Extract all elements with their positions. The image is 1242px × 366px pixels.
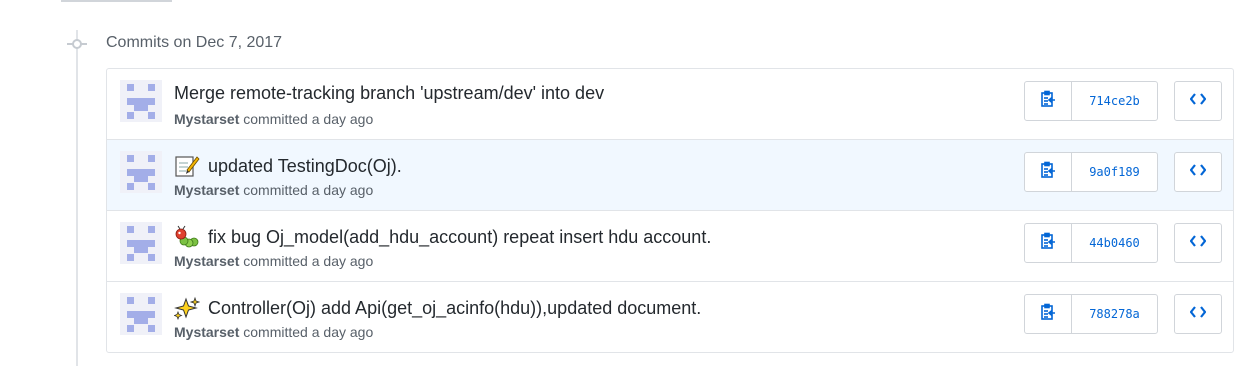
- commit-author[interactable]: Mystarset: [174, 182, 239, 198]
- commit-list: Merge remote-tracking branch 'upstream/d…: [106, 68, 1234, 353]
- commit-action: committed a day ago: [243, 182, 374, 198]
- commit-row: Merge remote-tracking branch 'upstream/d…: [107, 69, 1233, 139]
- commit-action: committed a day ago: [243, 253, 374, 269]
- commit-action: committed a day ago: [243, 324, 374, 340]
- commit-message[interactable]: fix bug Oj_model(add_hdu_account) repeat…: [208, 227, 711, 248]
- copy-sha-button[interactable]: [1025, 153, 1072, 191]
- commit-meta: Mystarset committed a day ago: [174, 111, 373, 127]
- sha-button-group: 9a0f189: [1024, 152, 1158, 192]
- underline-tab-indicator: [61, 0, 172, 2]
- commit-meta: Mystarset committed a day ago: [174, 182, 373, 198]
- commit-row: fix bug Oj_model(add_hdu_account) repeat…: [107, 210, 1233, 281]
- commit-group-title: Commits on Dec 7, 2017: [106, 34, 283, 51]
- browse-repo-button[interactable]: [1174, 152, 1222, 192]
- avatar[interactable]: [120, 151, 162, 193]
- memo-icon: [174, 154, 200, 178]
- commit-meta: Mystarset committed a day ago: [174, 253, 373, 269]
- commit-sha-link[interactable]: 788278a: [1072, 295, 1157, 333]
- clippy-icon: [1040, 90, 1056, 113]
- avatar[interactable]: [120, 222, 162, 264]
- browse-repo-button[interactable]: [1174, 294, 1222, 334]
- commit-author[interactable]: Mystarset: [174, 253, 239, 269]
- commit-row: Controller(Oj) add Api(get_oj_acinfo(hdu…: [107, 281, 1233, 352]
- clippy-icon: [1040, 161, 1056, 184]
- commit-message[interactable]: Controller(Oj) add Api(get_oj_acinfo(hdu…: [208, 298, 701, 319]
- commit-sha-link[interactable]: 9a0f189: [1072, 153, 1157, 191]
- bug-icon: [174, 225, 200, 249]
- commit-node-icon: [67, 37, 87, 51]
- code-icon: [1189, 305, 1207, 323]
- commit-message-link[interactable]: updated TestingDoc(Oj).: [174, 154, 402, 178]
- sparkles-icon: [174, 296, 200, 320]
- avatar[interactable]: [120, 293, 162, 335]
- commit-message-link[interactable]: Merge remote-tracking branch 'upstream/d…: [174, 83, 604, 104]
- code-icon: [1189, 92, 1207, 110]
- commit-author[interactable]: Mystarset: [174, 111, 239, 127]
- browse-repo-button[interactable]: [1174, 81, 1222, 121]
- code-icon: [1189, 163, 1207, 181]
- copy-sha-button[interactable]: [1025, 295, 1072, 333]
- commit-meta: Mystarset committed a day ago: [174, 324, 373, 340]
- commit-message-link[interactable]: Controller(Oj) add Api(get_oj_acinfo(hdu…: [174, 296, 701, 320]
- browse-repo-button[interactable]: [1174, 223, 1222, 263]
- commit-message-link[interactable]: fix bug Oj_model(add_hdu_account) repeat…: [174, 225, 711, 249]
- copy-sha-button[interactable]: [1025, 82, 1072, 120]
- commit-sha-link[interactable]: 714ce2b: [1072, 82, 1157, 120]
- avatar[interactable]: [120, 80, 162, 122]
- sha-button-group: 44b0460: [1024, 223, 1158, 263]
- commit-action: committed a day ago: [243, 111, 374, 127]
- commit-sha-link[interactable]: 44b0460: [1072, 224, 1157, 262]
- commit-message[interactable]: updated TestingDoc(Oj).: [208, 156, 402, 177]
- timeline-line: [76, 30, 78, 366]
- sha-button-group: 788278a: [1024, 294, 1158, 334]
- commit-message[interactable]: Merge remote-tracking branch 'upstream/d…: [174, 83, 604, 104]
- commit-author[interactable]: Mystarset: [174, 324, 239, 340]
- commit-row: updated TestingDoc(Oj). Mystarset commit…: [107, 139, 1233, 210]
- copy-sha-button[interactable]: [1025, 224, 1072, 262]
- code-icon: [1189, 234, 1207, 252]
- sha-button-group: 714ce2b: [1024, 81, 1158, 121]
- clippy-icon: [1040, 303, 1056, 326]
- clippy-icon: [1040, 232, 1056, 255]
